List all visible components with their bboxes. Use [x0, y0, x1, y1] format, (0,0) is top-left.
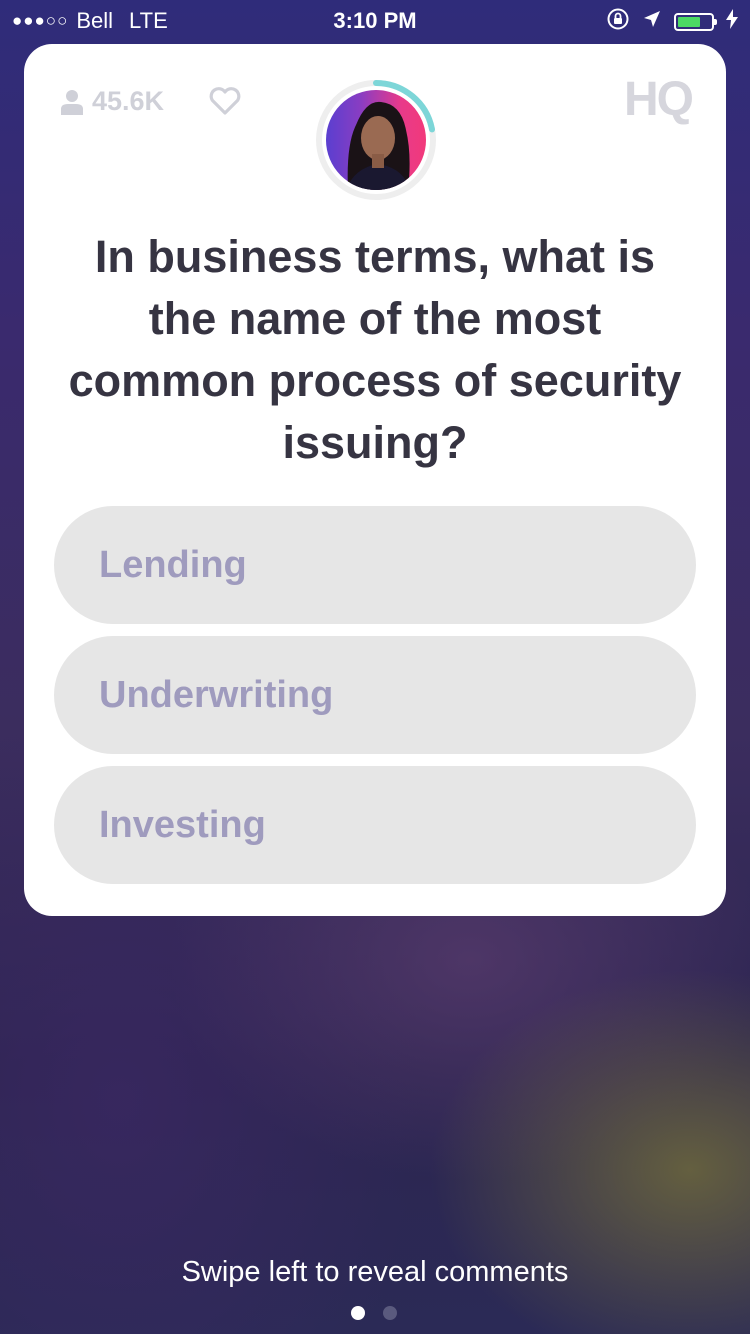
person-icon: [61, 89, 83, 115]
hq-logo: HQ: [624, 73, 694, 126]
answer-label: Lending: [99, 543, 247, 586]
answer-label: Investing: [99, 803, 266, 846]
battery-level: [678, 17, 701, 27]
question-text: In business terms, what is the name of t…: [68, 231, 682, 468]
viewer-count-value: 45.6K: [92, 86, 165, 116]
page-dot-1[interactable]: [351, 1306, 365, 1320]
charging-bolt-icon: [726, 9, 738, 35]
heart-icon: [209, 87, 241, 115]
host-avatar-timer: [314, 78, 438, 202]
battery-icon: [674, 13, 717, 31]
answer-label: Underwriting: [99, 673, 334, 716]
question-card: 45.6K HQ In business terms, what is the …: [24, 44, 726, 916]
viewer-count: 45.6K: [60, 86, 164, 117]
orientation-lock-icon: [606, 7, 630, 37]
swipe-hint: Swipe left to reveal comments: [181, 1256, 569, 1288]
heart-button[interactable]: [208, 86, 242, 121]
answer-option-2[interactable]: Underwriting: [54, 636, 696, 754]
host-avatar: [326, 90, 426, 190]
page-dot-2[interactable]: [383, 1306, 397, 1320]
answer-option-3[interactable]: Investing: [54, 766, 696, 884]
page-indicator[interactable]: [351, 1306, 397, 1320]
status-right: [606, 7, 738, 37]
answer-option-1[interactable]: Lending: [54, 506, 696, 624]
location-arrow-icon: [642, 9, 662, 35]
status-bar: ●●●○○ Bell LTE 3:10 PM: [0, 0, 750, 40]
